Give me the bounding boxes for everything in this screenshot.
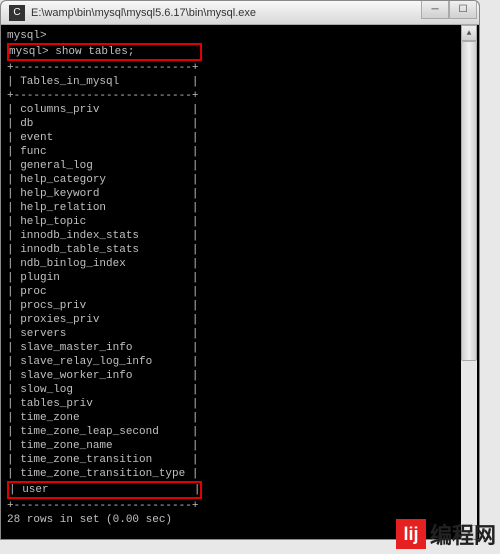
table-mid-border: +---------------------------+ <box>7 89 473 103</box>
table-row: | help_topic | <box>7 215 473 229</box>
table-row: | slow_log | <box>7 383 473 397</box>
table-row: | help_keyword | <box>7 187 473 201</box>
watermark: lij 编程网 <box>396 518 496 550</box>
table-row: | time_zone_transition | <box>7 453 473 467</box>
titlebar[interactable]: C E:\wamp\bin\mysql\mysql5.6.17\bin\mysq… <box>1 1 479 25</box>
table-row: | innodb_table_stats | <box>7 243 473 257</box>
table-top-border: +---------------------------+ <box>7 61 473 75</box>
table-row: | db | <box>7 117 473 131</box>
row-highlight: | user | <box>7 481 202 499</box>
table-row: | help_relation | <box>7 201 473 215</box>
table-bottom-border: +---------------------------+ <box>7 499 473 513</box>
table-row: | ndb_binlog_index | <box>7 257 473 271</box>
table-row: | func | <box>7 145 473 159</box>
maximize-button[interactable]: ☐ <box>449 1 477 19</box>
terminal-output[interactable]: mysql> mysql> show tables; +------------… <box>1 25 479 539</box>
table-row: | time_zone_transition_type | <box>7 467 473 481</box>
table-row: | proxies_priv | <box>7 313 473 327</box>
table-row: | time_zone_leap_second | <box>7 425 473 439</box>
scroll-thumb[interactable] <box>461 41 477 361</box>
table-row: | columns_priv | <box>7 103 473 117</box>
table-row: | slave_master_info | <box>7 341 473 355</box>
scroll-up-button[interactable]: ▲ <box>461 25 477 41</box>
table-row: | tables_priv | <box>7 397 473 411</box>
console-window: C E:\wamp\bin\mysql\mysql5.6.17\bin\mysq… <box>0 0 480 540</box>
table-row: | slave_worker_info | <box>7 369 473 383</box>
command-highlight: mysql> show tables; <box>7 43 202 61</box>
prompt-line-empty: mysql> <box>7 29 473 43</box>
table-row: | proc | <box>7 285 473 299</box>
table-row: | time_zone_name | <box>7 439 473 453</box>
table-row: | help_category | <box>7 173 473 187</box>
table-row: | general_log | <box>7 159 473 173</box>
command-text: show tables; <box>55 46 134 58</box>
app-icon: C <box>9 5 25 21</box>
window-title: E:\wamp\bin\mysql\mysql5.6.17\bin\mysql.… <box>31 7 471 19</box>
table-row: | servers | <box>7 327 473 341</box>
table-row: | user | <box>9 483 200 497</box>
window-controls: ─ ☐ <box>421 1 477 19</box>
command-line: mysql> show tables; <box>9 46 200 58</box>
table-row: | innodb_index_stats | <box>7 229 473 243</box>
watermark-text: 编程网 <box>430 518 496 550</box>
table-row: | plugin | <box>7 271 473 285</box>
watermark-icon: lij <box>396 519 426 549</box>
table-row: | procs_priv | <box>7 299 473 313</box>
minimize-button[interactable]: ─ <box>421 1 449 19</box>
table-row: | event | <box>7 131 473 145</box>
table-header-row: | Tables_in_mysql | <box>7 75 473 89</box>
vertical-scrollbar[interactable]: ▲ ▼ <box>461 25 477 540</box>
table-body: | columns_priv || db || event || func ||… <box>7 103 473 499</box>
table-row: | slave_relay_log_info | <box>7 355 473 369</box>
table-row: | time_zone | <box>7 411 473 425</box>
